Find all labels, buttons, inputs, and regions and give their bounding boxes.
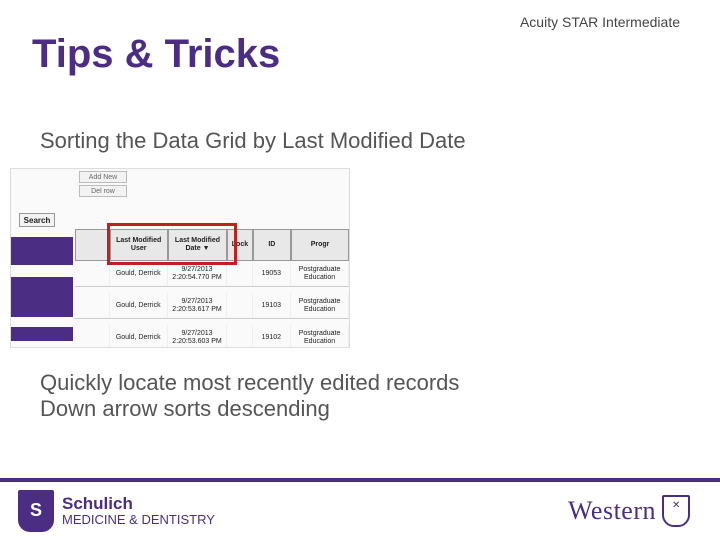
western-text: Western [568,496,656,526]
row-id: 19102 [253,325,292,348]
row-select [75,325,110,348]
header-label: Acuity STAR Intermediate [520,14,680,30]
western-logo: Western [568,495,690,527]
row-id: 19103 [253,293,292,318]
header-progr: Progr [291,229,349,261]
footer: Schulich MEDICINE & DENTISTRY Western [0,478,720,540]
table-row: Gould, Derrick 9/27/2013 2:20:53.617 PM … [75,293,349,319]
schulich-shield-icon [18,490,54,532]
body-line-1: Quickly locate most recently edited reco… [40,370,459,396]
row-id: 19053 [253,261,292,286]
header-user: Last Modified User [110,229,168,261]
row-select [75,293,110,318]
row-lock [227,293,252,318]
row-date: 9/27/2013 2:20:54.770 PM [168,261,228,286]
purple-mask [11,237,73,265]
page-title: Tips & Tricks [32,32,280,77]
table-row: Gould, Derrick 9/27/2013 2:20:53.603 PM … [75,325,349,348]
header-lock: Lock [227,229,252,261]
row-user: Gould, Derrick [110,293,168,318]
subtitle: Sorting the Data Grid by Last Modified D… [40,128,466,154]
datagrid-screenshot: Add New Del row Search Data Select Edit … [10,168,350,348]
table-row: Gould, Derrick 9/27/2013 2:20:54.770 PM … [75,261,349,287]
header-date: Last Modified Date ▼ [168,229,228,261]
row-progr: Postgraduate Education [291,261,349,286]
row-user: Gould, Derrick [110,261,168,286]
schulich-logo: Schulich MEDICINE & DENTISTRY [18,490,215,532]
purple-mask [11,277,73,317]
purple-mask [11,327,73,341]
grid-header: Last Modified User Last Modified Date ▼ … [75,229,349,261]
row-progr: Postgraduate Education [291,325,349,348]
body-line-2: Down arrow sorts descending [40,396,330,422]
row-lock [227,325,252,348]
addnew-button: Add New [79,171,127,183]
header-blank [75,229,110,261]
search-button: Search [19,213,55,227]
row-select [75,261,110,286]
row-progr: Postgraduate Education [291,293,349,318]
schulich-line2: MEDICINE & DENTISTRY [62,513,215,527]
row-lock [227,261,252,286]
schulich-line1: Schulich [62,495,215,514]
western-shield-icon [662,495,690,527]
schulich-text: Schulich MEDICINE & DENTISTRY [62,495,215,528]
row-date: 9/27/2013 2:20:53.603 PM [168,325,228,348]
delrow-button: Del row [79,185,127,197]
row-user: Gould, Derrick [110,325,168,348]
header-id: ID [253,229,292,261]
row-date: 9/27/2013 2:20:53.617 PM [168,293,228,318]
